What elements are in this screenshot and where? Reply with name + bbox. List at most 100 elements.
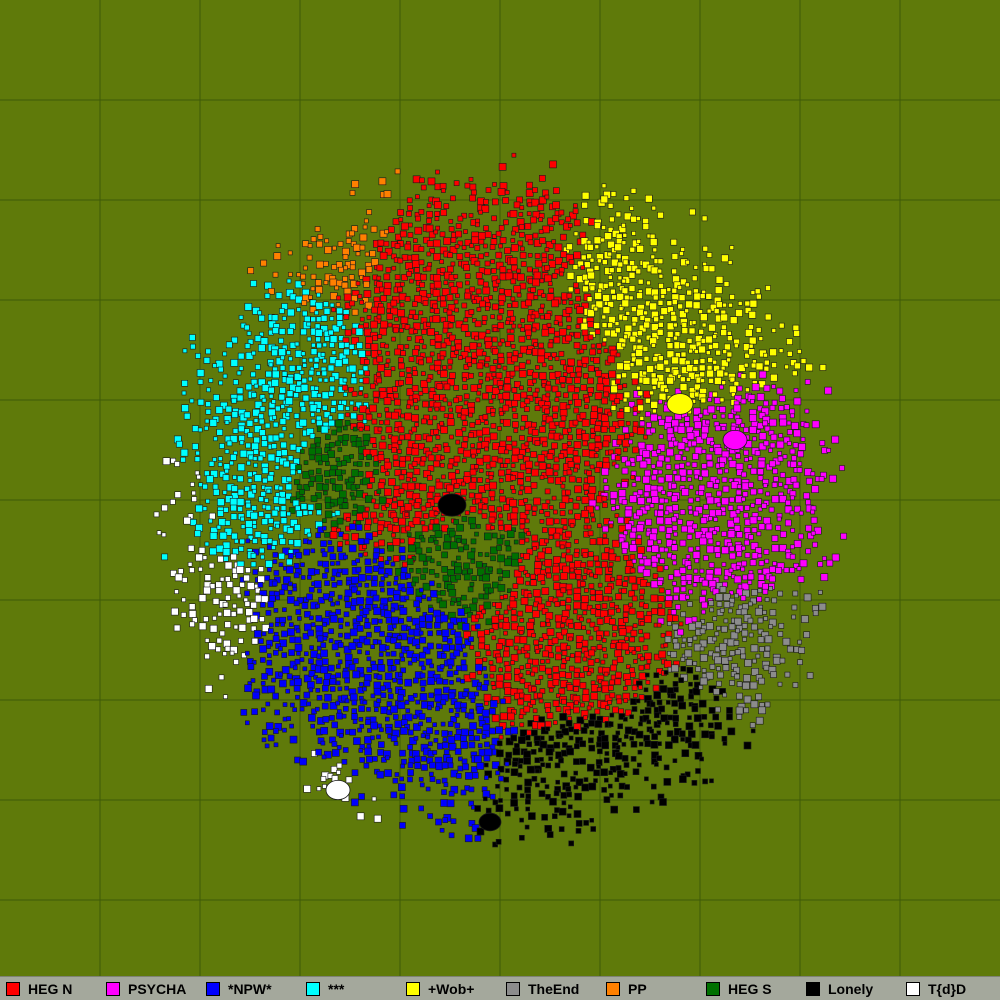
planet-cell-npw (294, 643, 303, 652)
planet-cell-heg-n (363, 359, 370, 365)
planet-cell-heg-s (337, 447, 343, 452)
planet-cell-heg-n (566, 316, 572, 323)
planet-cell-heg-n (644, 652, 652, 661)
planet-cell-wob (721, 380, 727, 386)
planet-cell-npw (281, 583, 289, 591)
planet-cell-stars (278, 485, 284, 491)
planet-cell-psycha (672, 470, 678, 475)
planet-cell-heg-s (406, 558, 414, 565)
planet-cell-npw (474, 623, 481, 630)
planet-cell-npw (400, 656, 406, 662)
planet-cell-heg-n (546, 463, 552, 469)
planet-cell-psycha (687, 546, 694, 553)
planet-cell-heg-n (568, 497, 574, 503)
planet-cell-heg-n (465, 356, 472, 364)
planet-cell-stars (280, 517, 288, 525)
planet-cell-wob (800, 358, 807, 364)
planet-cell-heg-n (548, 287, 554, 294)
planet-cell-stars (286, 558, 293, 566)
planet-cell-heg-n (477, 670, 482, 675)
planet-cell-heg-n (625, 420, 631, 426)
planet-cell-psycha (741, 560, 747, 567)
planet-cell-heg-s (336, 517, 344, 525)
planet-cell-heg-n (623, 554, 629, 561)
planet-cell-stars (250, 552, 257, 559)
planet-cell-psycha (735, 509, 741, 515)
planet-cell-npw (285, 565, 294, 574)
planet-cell-theend (801, 615, 809, 623)
planet-cell-pp (301, 300, 308, 306)
planet-cell-heg-n (376, 264, 384, 272)
planet-cell-wob (593, 322, 600, 329)
planet-cell-psycha (707, 397, 713, 403)
planet-cell-heg-n (465, 280, 470, 286)
planet-cell-stars (329, 316, 335, 321)
planet-cell-heg-n (637, 546, 645, 554)
planet-cell-theend (720, 649, 727, 656)
planet-cell-npw (379, 631, 385, 637)
planet-cell-npw (372, 552, 380, 560)
planet-cell-heg-n (601, 637, 607, 643)
planet-cell-heg-n (552, 665, 560, 673)
planet-cell-psycha (665, 463, 672, 470)
planet-cell-heg-n (602, 538, 609, 545)
planet-cell-heg-n (565, 656, 571, 662)
planet-cell-heg-n (545, 468, 554, 476)
planet-cell-wob (608, 267, 615, 274)
planet-cell-heg-n (555, 706, 562, 713)
planet-cell-pp (338, 266, 344, 273)
planet-cell-theend (709, 663, 716, 670)
planet-cell-heg-n (568, 259, 575, 265)
planet-cell-heg-n (525, 447, 531, 453)
planet-cell-psycha (789, 553, 796, 560)
planet-cell-heg-n (509, 370, 516, 377)
planet-cell-stars (202, 506, 208, 511)
planet-cell-heg-n (580, 562, 587, 568)
planet-cell-heg-n (464, 252, 471, 258)
planet-cell-heg-n (526, 211, 532, 216)
planet-cell-tdd (188, 610, 197, 618)
planet-cell-psycha (687, 580, 692, 585)
planet-cell-psycha (671, 483, 677, 489)
planet-cell-psycha (677, 441, 686, 450)
planet-cell-theend (755, 693, 763, 701)
planet-cell-lonely (665, 700, 671, 705)
planet-cell-heg-n (478, 642, 485, 650)
planet-cell-heg-n (377, 482, 385, 489)
planet-cell-wob (769, 348, 777, 357)
planet-cell-heg-n (589, 589, 596, 596)
planet-cell-lonely (644, 707, 652, 714)
planet-cell-heg-n (384, 343, 389, 349)
planet-cell-wob (723, 371, 729, 377)
planet-cell-heg-n (532, 278, 540, 287)
planet-cell-stars (323, 301, 329, 308)
planet-cell-wob (643, 310, 648, 316)
planet-cell-stars (224, 468, 229, 474)
planet-cell-stars (327, 364, 335, 372)
planet-cell-theend (764, 645, 771, 652)
planet-cell-heg-n (489, 673, 495, 679)
planet-cell-stars (275, 292, 283, 299)
planet-cell-psycha (708, 562, 715, 568)
planet-cell-stars (261, 467, 269, 474)
planet-cell-pp (345, 238, 352, 244)
planet-cell-pp (315, 286, 323, 294)
planet-cell-npw (440, 699, 447, 706)
planet-cell-heg-n (421, 525, 429, 533)
planet-cell-heg-n (429, 351, 435, 357)
planet-cell-npw (489, 707, 496, 715)
planet-cell-npw (415, 607, 421, 613)
planet-cell-heg-s (423, 561, 428, 566)
planet-cell-wob (784, 364, 789, 370)
territory-map[interactable] (0, 0, 1000, 976)
planet-cell-psycha (687, 497, 694, 504)
planet-cell-heg-n (562, 525, 568, 531)
planet-cell-heg-n (540, 580, 546, 585)
planet-cell-stars (306, 532, 312, 538)
planet-cell-stars (358, 386, 364, 391)
planet-cell-wob (594, 244, 600, 250)
planet-cell-theend (798, 646, 806, 654)
planet-cell-heg-n (499, 266, 507, 273)
planet-cell-theend (719, 607, 725, 613)
planet-cell-theend (722, 692, 728, 698)
